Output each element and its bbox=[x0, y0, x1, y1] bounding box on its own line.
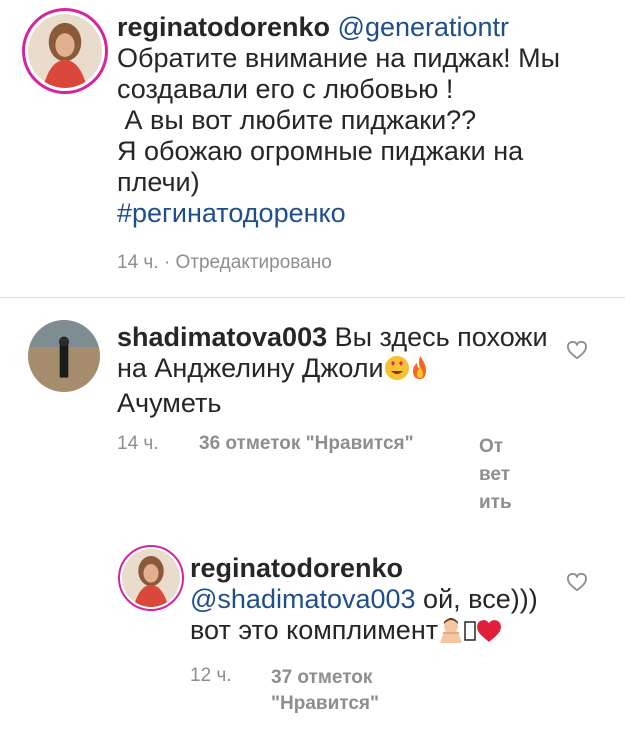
person-gesturing-emoji bbox=[438, 617, 464, 650]
red-heart-emoji bbox=[476, 619, 502, 650]
comment-time: 14 ч. bbox=[117, 433, 159, 454]
likes-label-part: "Нравится" bbox=[271, 693, 379, 714]
reply-label-part: От bbox=[479, 436, 504, 457]
reply-time: 12 ч. bbox=[190, 665, 232, 686]
caption-line: Я обожаю огромные пиджаки на bbox=[117, 136, 524, 166]
caption-line: А вы вот любите пиджаки?? bbox=[117, 105, 477, 135]
comment-text: shadimatova003 Вы здесь похожи на Анджел… bbox=[117, 322, 548, 419]
avatar-photo bbox=[28, 320, 100, 392]
heart-outline-icon[interactable] bbox=[566, 572, 588, 592]
comment-text-line: Вы здесь похожи bbox=[334, 322, 548, 352]
reply-text-line: ой, все))) bbox=[415, 584, 538, 614]
caption-line: плечи) bbox=[117, 167, 200, 197]
reply-label-part: ить bbox=[479, 492, 512, 513]
reply-likes-link[interactable]: 37 отметок "Нравится" bbox=[271, 665, 379, 717]
avatar-photo bbox=[28, 14, 102, 88]
comment-text-line: Ачуметь bbox=[117, 388, 222, 418]
caption-line: Обратите внимание на пиджак! Мы bbox=[117, 43, 561, 73]
comment-avatar[interactable] bbox=[28, 320, 100, 392]
avatar-photo bbox=[122, 549, 180, 607]
reply-username[interactable]: reginatodorenko bbox=[190, 553, 538, 584]
post-caption: reginatodorenko @generationtr Обратите в… bbox=[117, 12, 560, 229]
post-meta: 14 ч. · Отредактировано bbox=[117, 252, 332, 273]
heart-outline-icon[interactable] bbox=[566, 340, 588, 360]
reply-mention[interactable]: @shadimatova003 bbox=[190, 584, 416, 614]
heart-eyes-emoji bbox=[384, 355, 410, 388]
likes-label-part: 37 отметок bbox=[271, 667, 373, 688]
fire-emoji bbox=[410, 355, 430, 388]
comment-likes-link[interactable]: 36 отметок "Нравится" bbox=[199, 433, 414, 455]
post-avatar[interactable] bbox=[22, 8, 108, 94]
caption-line: создавали его с любовью ! bbox=[117, 74, 454, 104]
unknown-glyph-icon bbox=[464, 619, 476, 650]
divider bbox=[0, 297, 625, 298]
reply-text-line: вот это комплимент bbox=[190, 615, 439, 645]
reply-label-part: вет bbox=[479, 464, 511, 485]
reply-avatar[interactable] bbox=[118, 545, 184, 611]
reply-text: reginatodorenko @shadimatova003 ой, все)… bbox=[190, 553, 538, 650]
comment-username[interactable]: shadimatova003 bbox=[117, 322, 327, 352]
comment-reply-button[interactable]: От вет ить bbox=[479, 433, 512, 517]
post-username[interactable]: reginatodorenko bbox=[117, 12, 330, 42]
comment-text-line: на Анджелину Джоли bbox=[117, 353, 384, 383]
post-hashtag[interactable]: #регинатодоренко bbox=[117, 198, 560, 229]
post-mention[interactable]: @generationtr bbox=[338, 12, 510, 42]
